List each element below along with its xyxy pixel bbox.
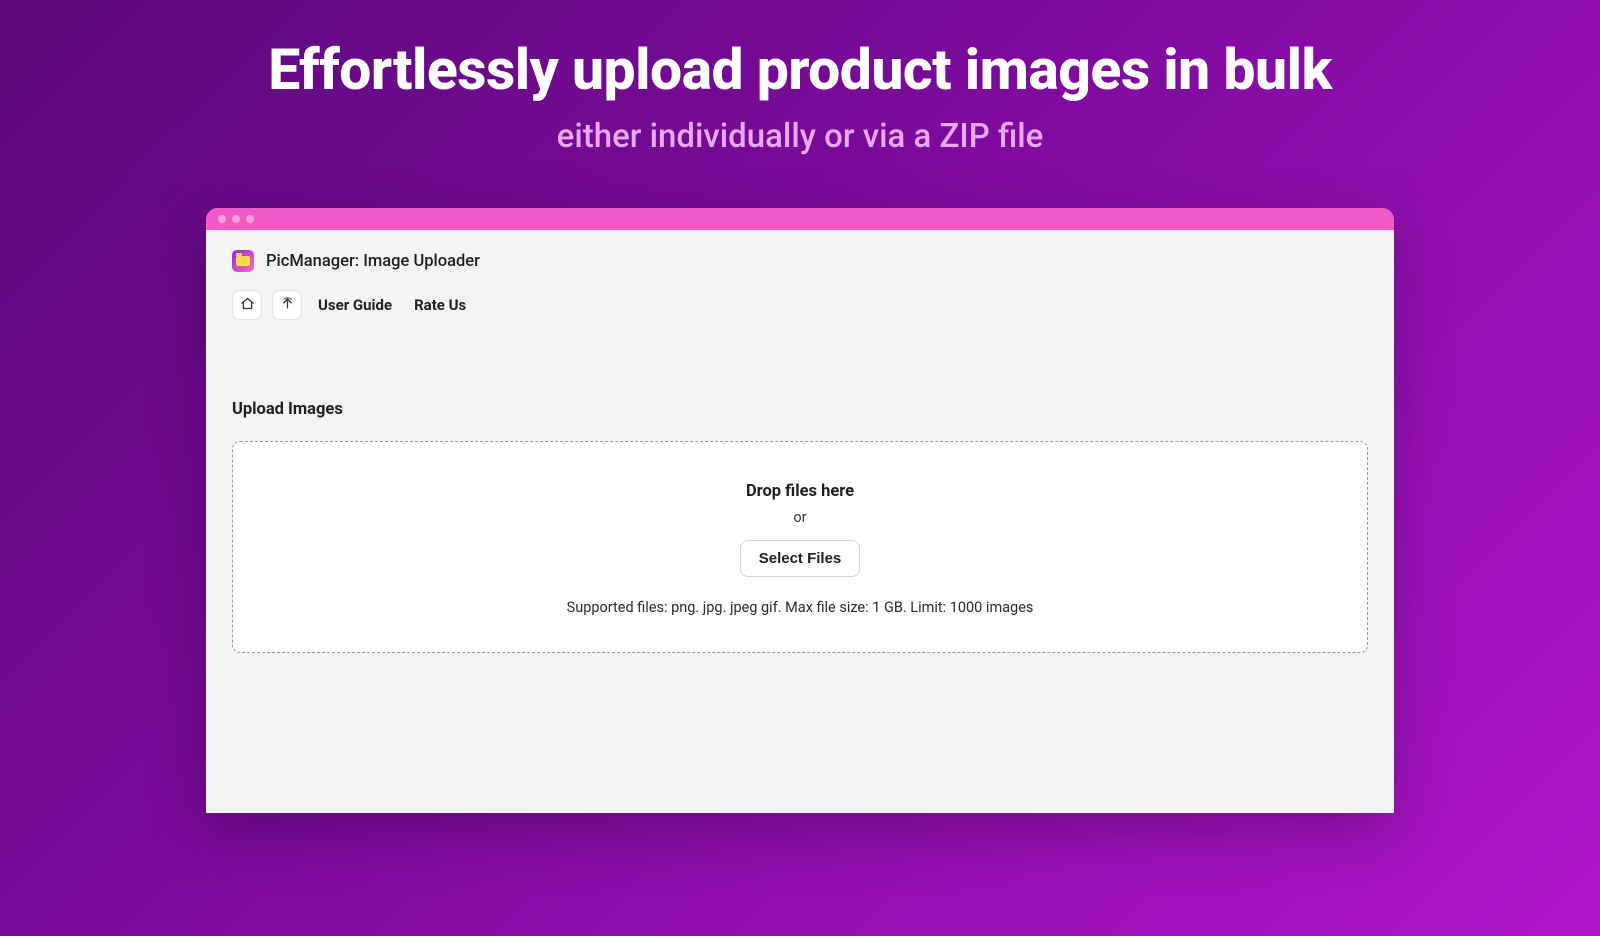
rate-us-link[interactable]: Rate Us <box>408 292 472 318</box>
home-button[interactable] <box>232 290 262 320</box>
upload-button[interactable] <box>272 290 302 320</box>
main-content: Upload Images Drop files here or Select … <box>206 340 1394 813</box>
select-files-button[interactable]: Select Files <box>740 540 861 577</box>
upload-arrow-icon <box>280 296 295 315</box>
section-title-upload-images: Upload Images <box>232 400 1368 419</box>
hero-title: Effortlessly upload product images in bu… <box>0 36 1600 103</box>
traffic-light-minimize-icon[interactable] <box>232 215 240 223</box>
dropzone-heading: Drop files here <box>746 482 854 501</box>
traffic-light-close-icon[interactable] <box>218 215 226 223</box>
app-window: PicManager: Image Uploader User Guide Ra… <box>206 208 1394 813</box>
app-logo-icon <box>232 250 254 272</box>
home-icon <box>240 296 255 315</box>
supported-files-text: Supported files: png. jpg. jpeg gif. Max… <box>567 599 1034 616</box>
hero-subtitle: either individually or via a ZIP file <box>0 117 1600 156</box>
toolbar: User Guide Rate Us <box>206 282 1394 340</box>
file-dropzone[interactable]: Drop files here or Select Files Supporte… <box>232 441 1368 653</box>
user-guide-link[interactable]: User Guide <box>312 292 398 318</box>
app-title: PicManager: Image Uploader <box>266 252 480 271</box>
dropzone-or-text: or <box>793 509 806 526</box>
app-header: PicManager: Image Uploader <box>206 230 1394 282</box>
window-titlebar <box>206 208 1394 230</box>
traffic-light-zoom-icon[interactable] <box>246 215 254 223</box>
